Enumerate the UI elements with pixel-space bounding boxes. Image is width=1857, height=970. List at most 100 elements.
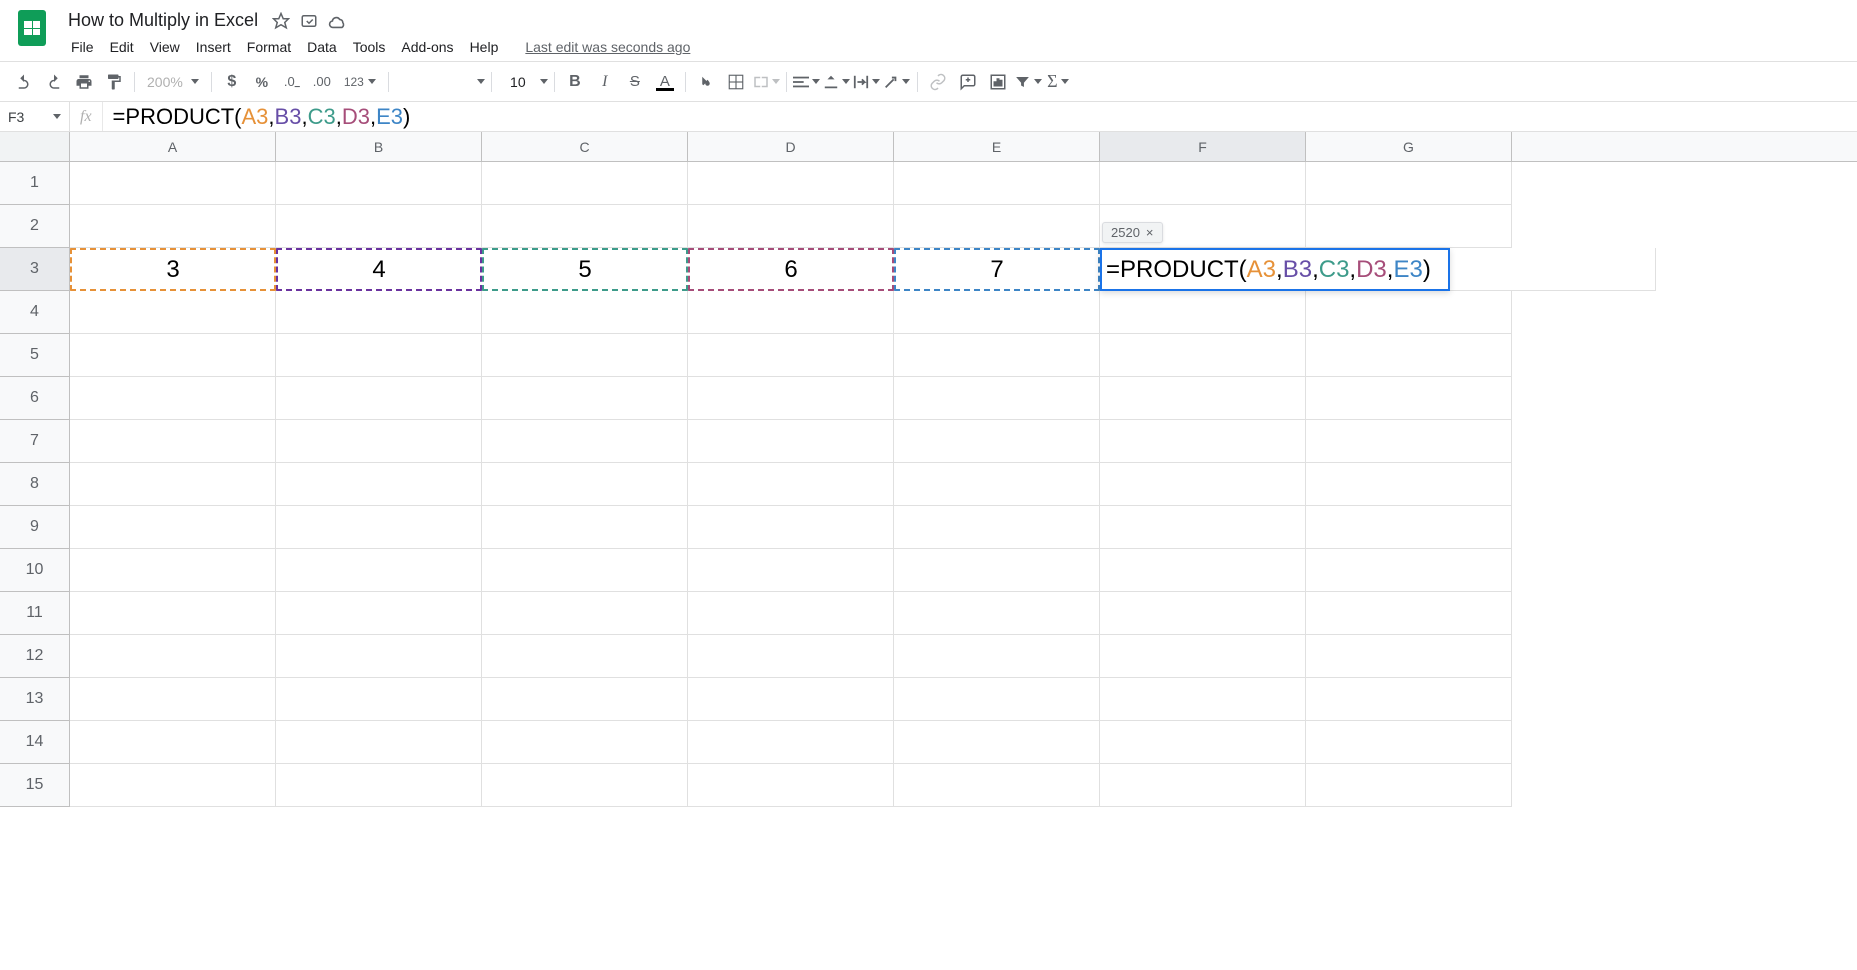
cell-A11[interactable] [70,592,276,635]
row-header[interactable]: 11 [0,592,70,635]
cell-F8[interactable] [1100,463,1306,506]
chart-button[interactable] [984,68,1012,96]
cell-B11[interactable] [276,592,482,635]
cell-G10[interactable] [1306,549,1512,592]
cloud-icon[interactable] [328,13,348,29]
paint-format-button[interactable] [100,68,128,96]
row-header[interactable]: 14 [0,721,70,764]
percent-button[interactable]: % [248,68,276,96]
cell-E10[interactable] [894,549,1100,592]
cell-F11[interactable] [1100,592,1306,635]
cell-G2[interactable] [1306,205,1512,248]
cell-E3[interactable]: 7 [894,248,1100,291]
font-dropdown[interactable] [477,79,485,84]
cell-D6[interactable] [688,377,894,420]
cell-C8[interactable] [482,463,688,506]
cell-A10[interactable] [70,549,276,592]
menu-addons[interactable]: Add-ons [394,35,460,59]
cell-G5[interactable] [1306,334,1512,377]
undo-button[interactable] [10,68,38,96]
col-header-g[interactable]: G [1306,132,1512,161]
cell-A1[interactable] [70,162,276,205]
cell-D4[interactable] [688,291,894,334]
col-header-e[interactable]: E [894,132,1100,161]
cell-C14[interactable] [482,721,688,764]
cell-B13[interactable] [276,678,482,721]
row-header[interactable]: 9 [0,506,70,549]
merge-button[interactable] [752,68,780,96]
cell-B3[interactable]: 4 [276,248,482,291]
text-color-button[interactable]: A [651,68,679,96]
cell-E12[interactable] [894,635,1100,678]
cell-D5[interactable] [688,334,894,377]
cell-G8[interactable] [1306,463,1512,506]
row-header[interactable]: 15 [0,764,70,807]
cell-A15[interactable] [70,764,276,807]
font-size-input[interactable] [498,74,538,90]
cell-F13[interactable] [1100,678,1306,721]
cell-B2[interactable] [276,205,482,248]
print-button[interactable] [70,68,98,96]
cell-D8[interactable] [688,463,894,506]
cell-G1[interactable] [1306,162,1512,205]
cell-F4[interactable] [1100,291,1306,334]
cell-C4[interactable] [482,291,688,334]
cell-A13[interactable] [70,678,276,721]
col-header-c[interactable]: C [482,132,688,161]
cell-D2[interactable] [688,205,894,248]
font-size-dropdown[interactable] [540,79,548,84]
row-header[interactable]: 12 [0,635,70,678]
halign-button[interactable] [793,68,821,96]
row-header[interactable]: 8 [0,463,70,506]
cell-B6[interactable] [276,377,482,420]
cell-E4[interactable] [894,291,1100,334]
cell-D14[interactable] [688,721,894,764]
cell-B4[interactable] [276,291,482,334]
cell-C11[interactable] [482,592,688,635]
cell-F14[interactable] [1100,721,1306,764]
menu-view[interactable]: View [143,35,187,59]
more-formats-dropdown[interactable]: 123 [338,75,382,89]
cell-C7[interactable] [482,420,688,463]
cell-D12[interactable] [688,635,894,678]
select-all-corner[interactable] [0,132,70,161]
menu-data[interactable]: Data [300,35,344,59]
cell-A3[interactable]: 3 [70,248,276,291]
borders-button[interactable] [722,68,750,96]
cell-C1[interactable] [482,162,688,205]
cell-F7[interactable] [1100,420,1306,463]
cell-F3[interactable]: 2520 ×=PRODUCT(A3,B3,C3,D3,E3) [1100,248,1450,291]
cell-F15[interactable] [1100,764,1306,807]
cell-D3[interactable]: 6 [688,248,894,291]
document-title[interactable]: How to Multiply in Excel [64,8,262,33]
cell-E8[interactable] [894,463,1100,506]
cell-G6[interactable] [1306,377,1512,420]
move-icon[interactable] [300,12,318,30]
cell-A6[interactable] [70,377,276,420]
currency-button[interactable]: $ [218,68,246,96]
cell-D9[interactable] [688,506,894,549]
cell-A12[interactable] [70,635,276,678]
menu-insert[interactable]: Insert [189,35,238,59]
cell-C5[interactable] [482,334,688,377]
cell-A9[interactable] [70,506,276,549]
link-button[interactable] [924,68,952,96]
zoom-dropdown[interactable]: 200% [141,74,205,90]
row-header[interactable]: 2 [0,205,70,248]
cell-C9[interactable] [482,506,688,549]
cell-C12[interactable] [482,635,688,678]
cell-E14[interactable] [894,721,1100,764]
col-header-d[interactable]: D [688,132,894,161]
fill-color-button[interactable] [692,68,720,96]
app-logo[interactable] [12,8,52,48]
cell-F6[interactable] [1100,377,1306,420]
row-header[interactable]: 13 [0,678,70,721]
row-header[interactable]: 1 [0,162,70,205]
formula-bar[interactable]: =PRODUCT(A3,B3,C3,D3,E3) [103,102,1857,131]
cell-E15[interactable] [894,764,1100,807]
cell-G14[interactable] [1306,721,1512,764]
row-header[interactable]: 4 [0,291,70,334]
cell-C15[interactable] [482,764,688,807]
row-header[interactable]: 5 [0,334,70,377]
wrap-button[interactable] [853,68,881,96]
